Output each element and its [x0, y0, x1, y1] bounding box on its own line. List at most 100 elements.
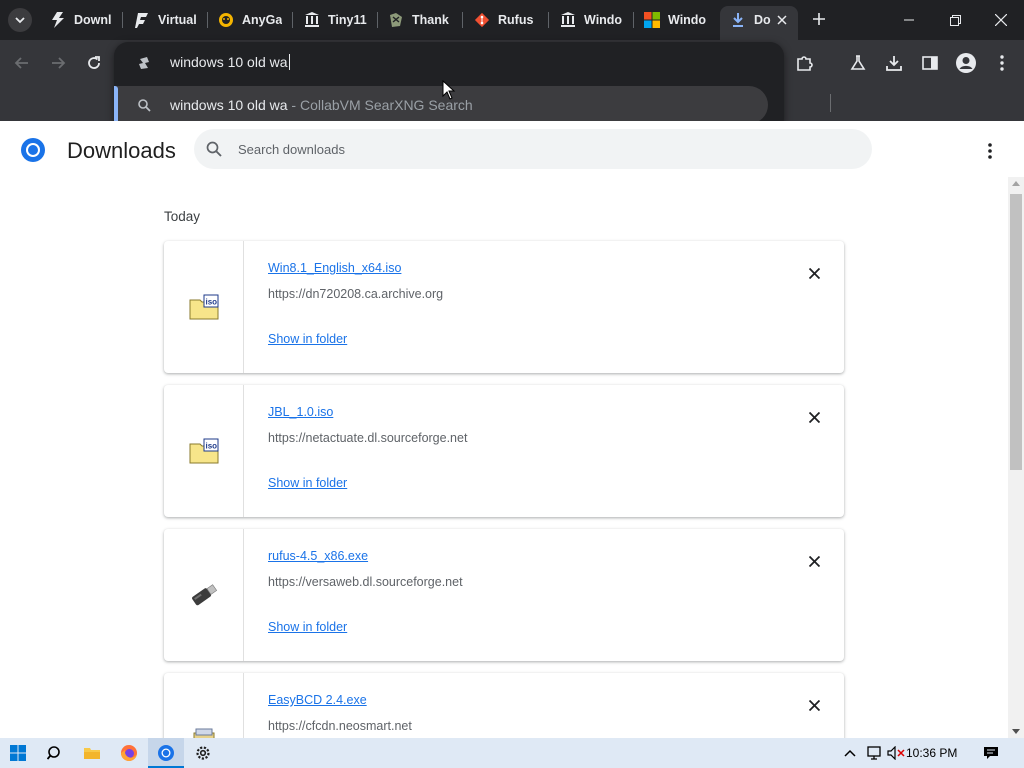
toolbar-divider [830, 94, 831, 112]
file-icon-area [164, 673, 244, 738]
tab-strip: Downl Virtual AnyGa Tiny11 Thank Rufus W… [0, 0, 1024, 40]
downloads-search[interactable] [194, 129, 872, 169]
tab-rufus[interactable]: Rufus [464, 6, 548, 34]
tab-title: Downl [74, 13, 112, 27]
taskbar-firefox[interactable] [111, 738, 147, 768]
close-icon [808, 411, 820, 423]
search-downloads-input[interactable] [238, 129, 838, 169]
scroll-down-arrow-icon[interactable] [1012, 729, 1020, 734]
download-source-url: https://versaweb.dl.sourceforge.net [268, 575, 463, 589]
tab-title: Rufus [498, 13, 534, 27]
side-panel-icon [922, 56, 938, 70]
tab-windows-microsoft[interactable]: Windo [634, 6, 718, 34]
tab-tiny11[interactable]: Tiny11 [294, 6, 376, 34]
profile-button[interactable] [952, 49, 980, 77]
installer-icon [193, 728, 215, 738]
close-icon [808, 555, 820, 567]
downloads-button[interactable] [880, 49, 908, 77]
tab-search-button[interactable] [8, 8, 32, 32]
puzzle-icon [388, 12, 404, 28]
menu-button[interactable] [988, 49, 1016, 77]
remove-download-button[interactable] [804, 551, 824, 571]
gear-icon [196, 746, 210, 760]
taskbar-clock[interactable]: 10:36 PM [906, 746, 957, 760]
tab-title: Virtual [158, 13, 197, 27]
download-item: EasyBCD 2.4.exe https://cfcdn.neosmart.n… [164, 673, 844, 738]
remove-download-button[interactable] [804, 407, 824, 427]
close-tab-icon[interactable] [774, 12, 790, 28]
tab-downloads-flash[interactable]: Downl [40, 6, 122, 34]
search-icon [136, 97, 152, 113]
show-in-folder-link[interactable]: Show in folder [268, 620, 347, 634]
download-item: iso Win8.1_English_x64.iso https://dn720… [164, 241, 844, 373]
windows-logo-icon [644, 12, 660, 28]
show-in-folder-link[interactable]: Show in folder [268, 332, 347, 346]
tab-anygame[interactable]: AnyGa [208, 6, 292, 34]
search-icon [206, 141, 222, 157]
tab-windows-archive[interactable]: Windo [550, 6, 632, 34]
scroll-up-arrow-icon[interactable] [1012, 181, 1020, 186]
download-filename-link[interactable]: Win8.1_English_x64.iso [268, 261, 401, 275]
download-filename-link[interactable]: JBL_1.0.iso [268, 405, 333, 419]
folder-icon [84, 748, 100, 759]
tab-separator [462, 12, 463, 28]
labs-button[interactable] [844, 49, 872, 77]
back-arrow-icon [14, 57, 28, 69]
page-scrollbar[interactable] [1008, 177, 1024, 738]
date-heading: Today [164, 209, 201, 224]
anygame-icon [218, 12, 234, 28]
chrome-icon [158, 745, 174, 761]
suggestion-focus-bar [114, 86, 118, 124]
more-actions-button[interactable] [978, 139, 1002, 163]
omnibox-input[interactable]: windows 10 old wa [170, 54, 290, 70]
download-icon [886, 56, 902, 71]
show-in-folder-link[interactable]: Show in folder [268, 476, 347, 490]
minimize-button[interactable] [886, 0, 932, 40]
volume-muted-icon [887, 746, 905, 760]
scrollbar-thumb[interactable] [1010, 194, 1022, 470]
notifications-button[interactable] [980, 738, 1002, 768]
extensions-button[interactable] [790, 49, 818, 77]
reload-icon [88, 56, 100, 69]
download-filename-link[interactable]: EasyBCD 2.4.exe [268, 693, 367, 707]
flask-icon [850, 55, 866, 70]
back-button[interactable] [8, 49, 36, 77]
file-icon-area: iso [164, 241, 244, 373]
restore-button[interactable] [932, 0, 978, 40]
taskbar-search-button[interactable] [37, 738, 73, 768]
tab-thank[interactable]: Thank [378, 6, 462, 34]
taskbar-chrome[interactable] [148, 738, 184, 768]
download-filename-link[interactable]: rufus-4.5_x86.exe [268, 549, 368, 563]
omnibox[interactable]: windows 10 old wa [114, 42, 784, 84]
omnibox-suggestion[interactable]: windows 10 old wa - CollabVM SearXNG Sea… [114, 86, 768, 124]
remove-download-button[interactable] [804, 263, 824, 283]
flash-icon [50, 12, 66, 28]
side-panel-button[interactable] [916, 49, 944, 77]
avatar-icon [956, 53, 976, 73]
svg-text:iso: iso [206, 298, 218, 307]
volume-control[interactable] [886, 738, 906, 768]
chrome-logo-icon [21, 138, 45, 162]
close-icon [808, 267, 820, 279]
taskbar-settings[interactable] [185, 738, 221, 768]
flash-icon [134, 12, 150, 28]
tab-downloads-active[interactable]: Do [720, 6, 798, 40]
puzzle-extension-icon [797, 56, 813, 71]
taskbar-file-explorer[interactable] [74, 738, 110, 768]
remove-download-button[interactable] [804, 695, 824, 715]
tab-virtual[interactable]: Virtual [124, 6, 206, 34]
git-icon [474, 12, 490, 28]
start-button[interactable] [0, 738, 36, 768]
downloads-header: Downloads [0, 121, 1024, 177]
reload-button[interactable] [80, 49, 108, 77]
tab-title: Windo [584, 13, 623, 27]
windows-taskbar: 10:36 PM [0, 738, 1024, 768]
new-tab-button[interactable] [808, 8, 830, 30]
network-status[interactable] [864, 738, 884, 768]
close-window-button[interactable] [978, 0, 1024, 40]
tab-title: Tiny11 [328, 13, 367, 27]
more-vert-icon [988, 143, 992, 159]
show-hidden-icons-button[interactable] [842, 738, 858, 768]
plus-icon [813, 13, 825, 25]
forward-button[interactable] [44, 49, 72, 77]
